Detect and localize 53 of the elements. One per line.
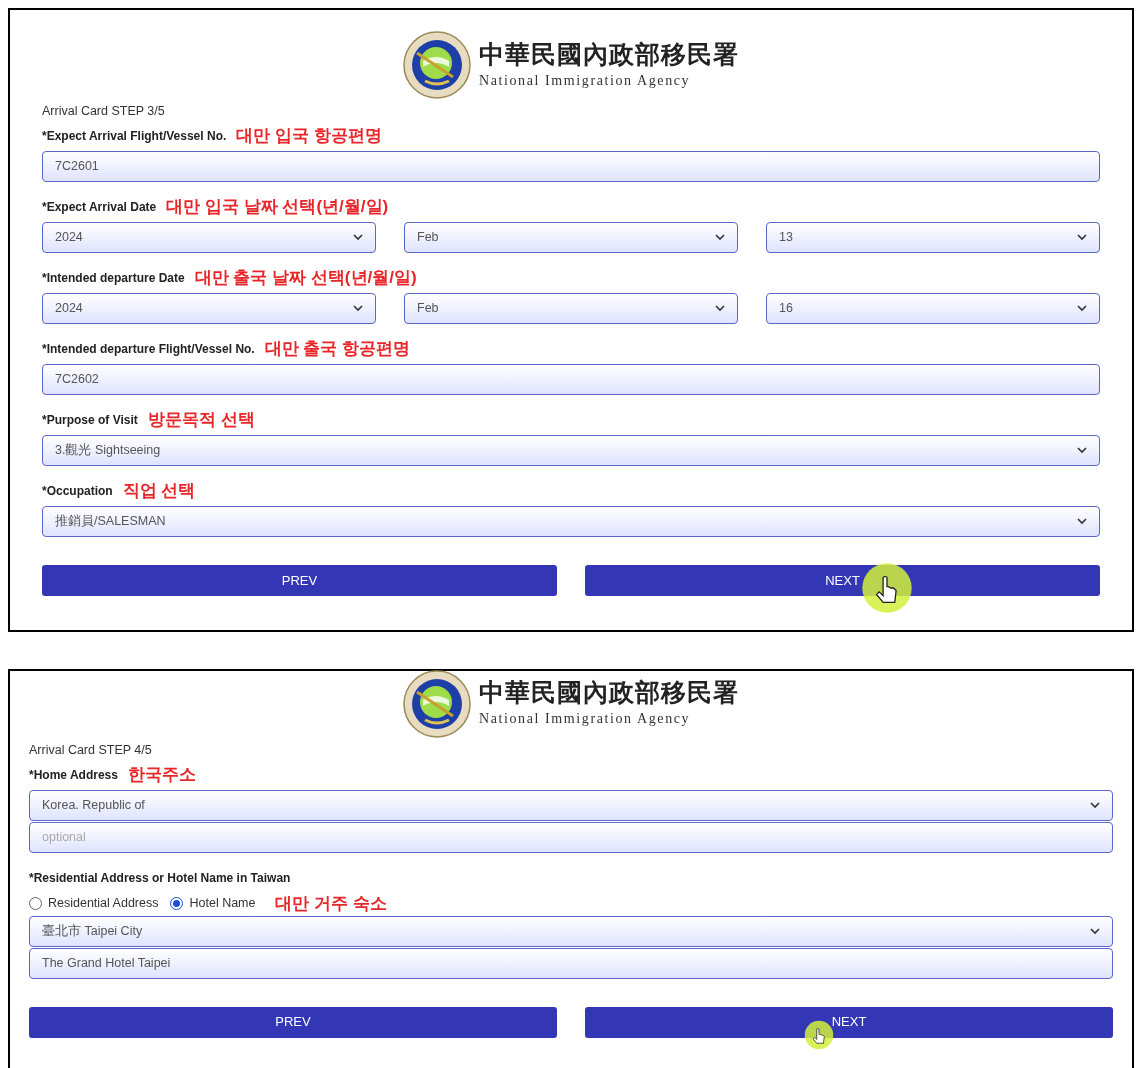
select-field[interactable]: 13 [766,221,1100,253]
nav-button[interactable]: NEXT [585,1006,1113,1038]
annotation-text: 직업 선택 [122,482,196,500]
field-label: *Expect Arrival Date [42,198,157,216]
select-field[interactable]: 臺北市 Taipei City [29,915,1113,947]
chevron-down-icon [353,233,363,241]
field-label: *Intended departure Flight/Vessel No. [42,340,255,358]
emblem-drawing [403,31,471,99]
select-field[interactable]: Korea. Republic of [29,789,1113,821]
emblem-drawing [403,669,471,738]
annotation-text: 한국주소 [127,766,196,783]
chevron-down-icon [353,304,363,312]
agency-subtitle: National Immigration Agency [479,710,691,729]
text-field[interactable]: 7C2602 [42,363,1100,395]
chevron-down-icon [1090,801,1100,809]
field-label: *Expect Arrival Flight/Vessel No. [42,127,227,145]
chevron-down-icon [715,304,725,312]
annotation-text: 대만 출국 항공편명 [264,340,411,358]
step-text: Arrival Card STEP 4/5 [29,741,153,759]
nav-button[interactable]: NEXT [585,564,1100,596]
field-label: *Residential Address or Hotel Name in Taiwan [29,869,291,887]
radio-label[interactable]: Residential Address [48,894,159,913]
select-field[interactable]: 2024 [42,221,376,253]
text-field[interactable]: The Grand Hotel Taipei [29,947,1113,979]
field-label: *Home Address [29,766,118,784]
text-field[interactable]: 7C2601 [42,150,1100,182]
chevron-down-icon [715,233,725,241]
select-field[interactable]: 3.觀光 Sightseeing [42,434,1100,466]
annotation-text: 대만 입국 항공편명 [236,127,382,145]
agency-subtitle: National Immigration Agency [479,71,691,90]
field-label: *Purpose of Visit [42,411,138,429]
annotation-text: 대만 출국 날짜 선택(년/월/일) [194,269,417,287]
chevron-down-icon [1077,304,1087,312]
annotation-text: 대만 거주 숙소 [275,895,387,912]
select-field[interactable]: 2024 [42,292,376,324]
field-label: *Intended departure Date [42,269,185,287]
step-text: Arrival Card STEP 3/5 [42,103,166,120]
chevron-down-icon [1077,517,1087,525]
select-field[interactable]: 推銷員/SALESMAN [42,505,1100,537]
select-field[interactable]: Feb [404,221,738,253]
select-field[interactable]: 16 [766,292,1100,324]
nav-button[interactable]: PREV [29,1006,557,1038]
nav-button[interactable]: PREV [42,564,557,596]
agency-title: 中華民國內政部移民署 [479,678,739,709]
select-field[interactable]: Feb [404,292,738,324]
agency-title: 中華民國內政部移民署 [479,39,739,70]
annotation-text: 대만 입국 날짜 선택(년/월/일) [166,198,389,216]
chevron-down-icon [1077,233,1087,241]
chevron-down-icon [1077,446,1087,454]
chevron-down-icon [1090,927,1100,935]
annotation-text: 방문목적 선택 [147,411,255,429]
field-label: *Occupation [42,482,113,500]
radio-label[interactable]: Hotel Name [189,894,256,913]
